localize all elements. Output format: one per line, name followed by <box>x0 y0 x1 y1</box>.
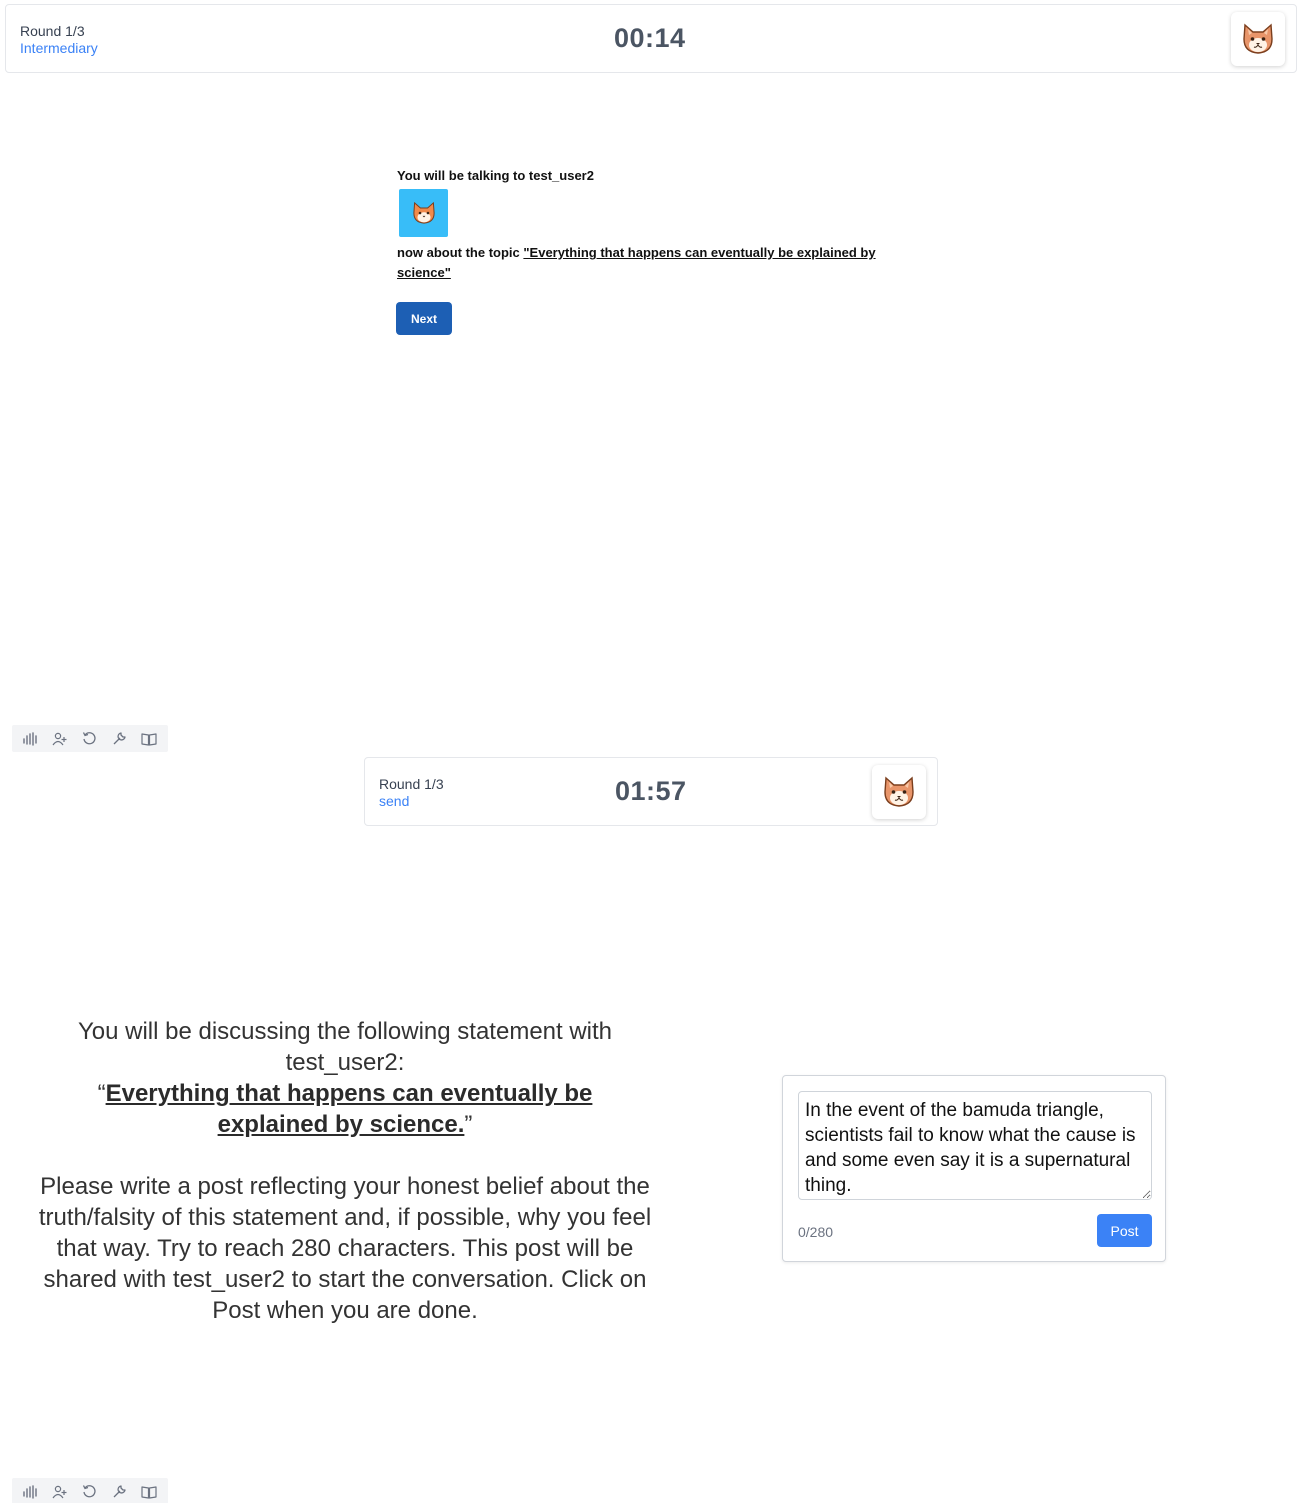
audio-levels-icon[interactable] <box>21 1482 41 1502</box>
instructions-body: Please write a post reflecting your hone… <box>38 1173 652 1324</box>
character-counter: 0/280 <box>798 1224 834 1240</box>
phase-indicator: Intermediary <box>20 40 98 56</box>
add-user-icon[interactable] <box>50 729 70 749</box>
cat-face-icon <box>412 201 435 224</box>
audio-levels-icon[interactable] <box>21 729 41 749</box>
topic-prefix: now about the topic <box>397 245 524 260</box>
close-quote: ” <box>464 1111 473 1138</box>
book-icon[interactable] <box>139 729 159 749</box>
top-header: Round 1/3 Intermediary 00:14 <box>5 4 1297 73</box>
talking-to-label: You will be talking to test_user2 <box>397 168 594 183</box>
book-icon[interactable] <box>139 1482 159 1502</box>
wrench-icon[interactable] <box>110 1482 130 1502</box>
reset-icon[interactable] <box>80 1482 100 1502</box>
post-textarea[interactable]: In the event of the bamuda triangle, sci… <box>798 1091 1152 1200</box>
statement-block: “Everything that happens can eventually … <box>30 1078 660 1140</box>
cat-face-icon <box>1243 23 1273 54</box>
bottom-toolbar <box>12 725 168 752</box>
countdown-timer: 01:57 <box>615 776 687 806</box>
post-button[interactable]: Post <box>1097 1214 1152 1247</box>
user-avatar[interactable] <box>872 765 926 819</box>
top-header: Round 1/3 send 01:57 <box>364 757 938 826</box>
partner-avatar <box>399 189 448 237</box>
bottom-toolbar <box>12 1478 168 1503</box>
open-quote: “ <box>97 1080 106 1107</box>
cat-face-icon <box>884 776 914 807</box>
phase-indicator: send <box>379 793 410 809</box>
statement-text: Everything that happens can eventually b… <box>105 1080 593 1138</box>
next-button[interactable]: Next <box>396 302 452 335</box>
reset-icon[interactable] <box>80 729 100 749</box>
round-indicator: Round 1/3 <box>20 23 85 39</box>
topic-line: now about the topic "Everything that hap… <box>397 243 897 283</box>
instructions-intro: You will be discussing the following sta… <box>77 1018 613 1076</box>
instructions-panel: You will be discussing the following sta… <box>30 1016 660 1326</box>
user-avatar[interactable] <box>1231 12 1285 66</box>
wrench-icon[interactable] <box>110 729 130 749</box>
round-indicator: Round 1/3 <box>379 776 444 792</box>
countdown-timer: 00:14 <box>614 23 686 53</box>
add-user-icon[interactable] <box>50 1482 70 1502</box>
post-composer: In the event of the bamuda triangle, sci… <box>782 1075 1166 1262</box>
